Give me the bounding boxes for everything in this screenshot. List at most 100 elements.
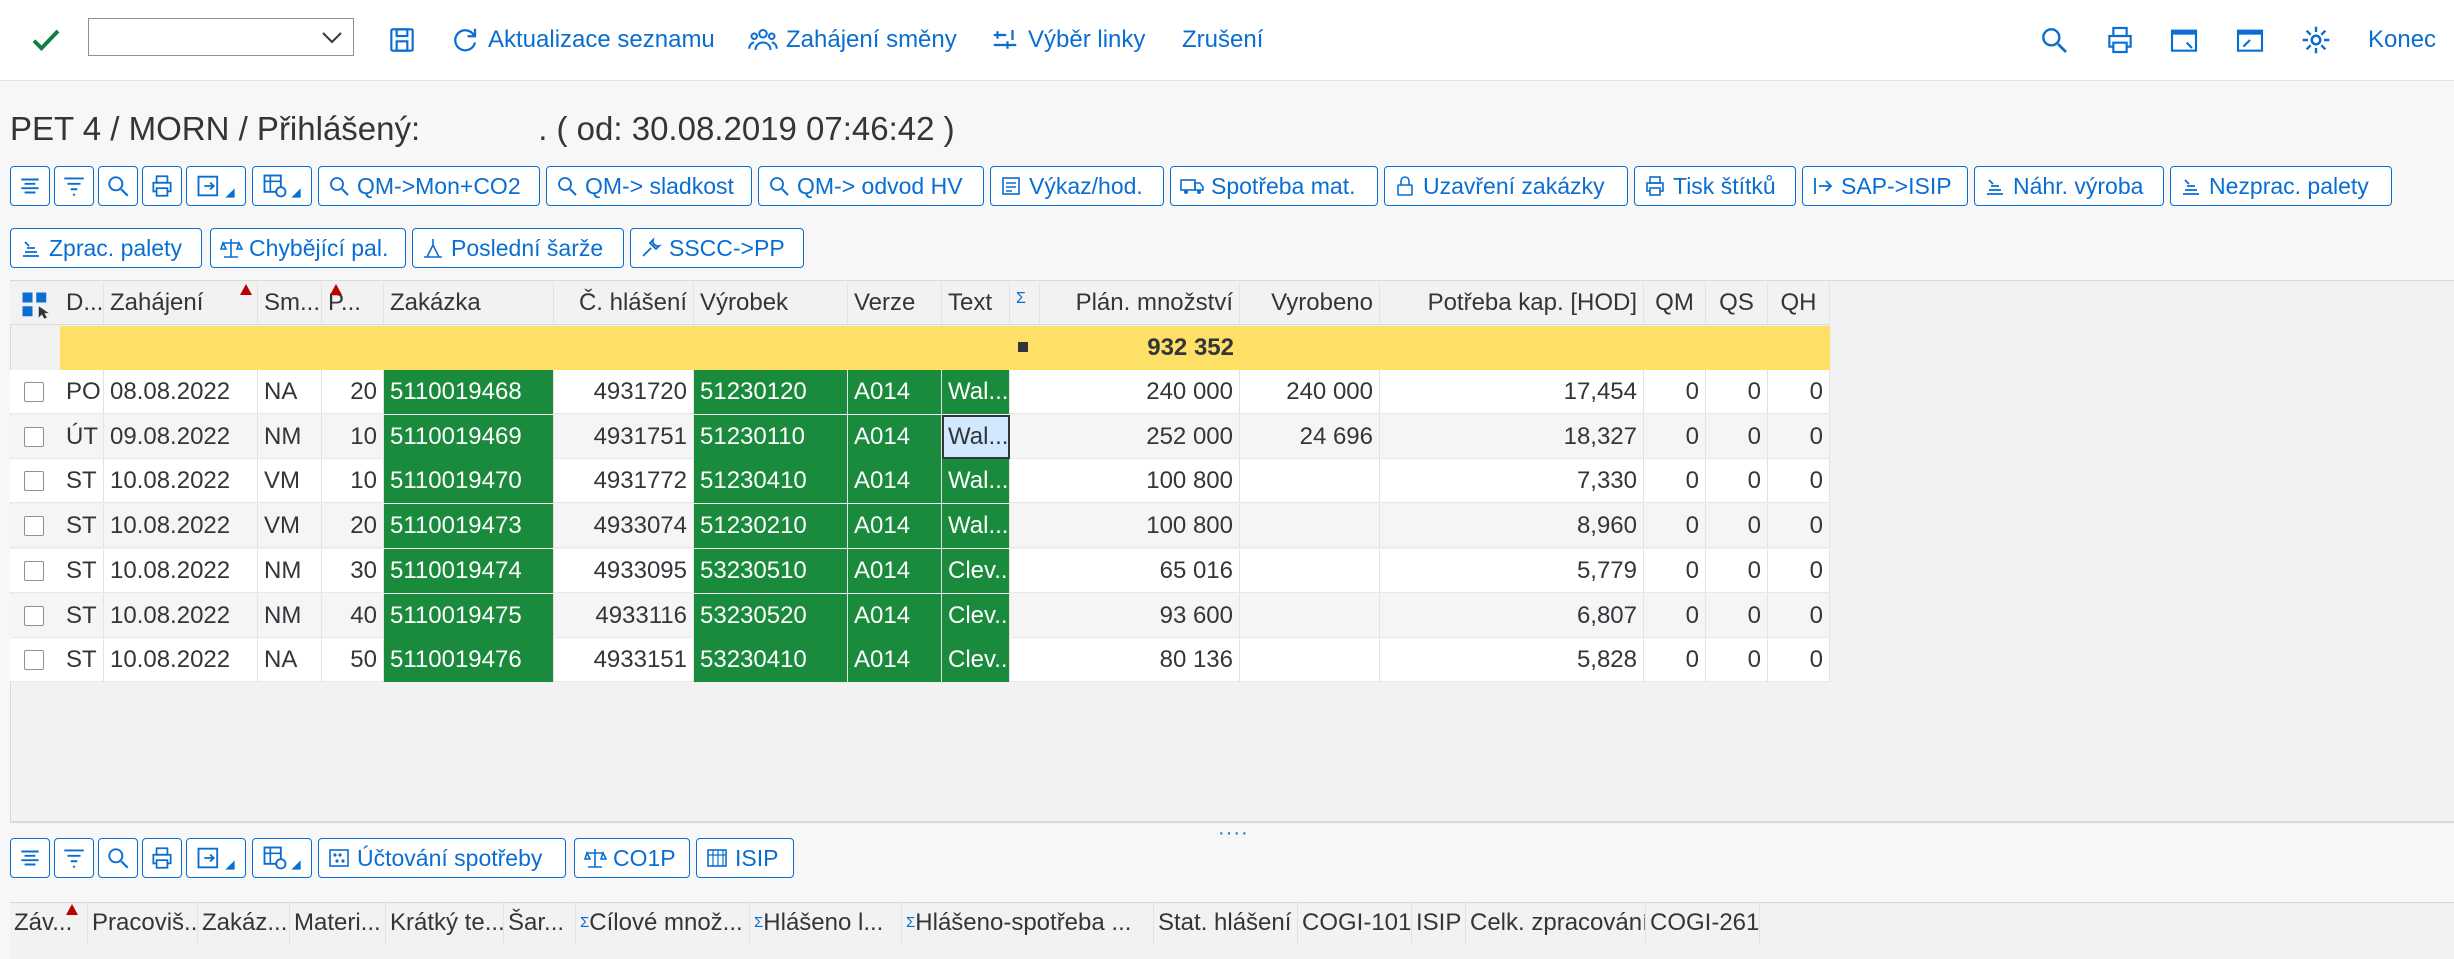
- col-text[interactable]: Text: [942, 282, 1010, 324]
- cell-qs[interactable]: 0: [1706, 370, 1768, 414]
- cell-version[interactable]: A014: [848, 638, 942, 683]
- qm-odvod-hv-button[interactable]: QM-> odvod HV: [758, 166, 984, 206]
- search-icon[interactable]: [2038, 24, 2070, 56]
- bcol-isip[interactable]: ISIP: [1412, 902, 1466, 944]
- cell-report-no[interactable]: 4931720: [554, 370, 694, 414]
- layout-settings-icon[interactable]: [252, 838, 312, 878]
- new-window-icon[interactable]: [2168, 24, 2200, 56]
- bcol-target-qty[interactable]: ΣCílové množ...: [576, 902, 750, 944]
- cell-produced[interactable]: 240 000: [1240, 370, 1380, 414]
- row-select-checkbox[interactable]: [24, 516, 44, 537]
- cell-text[interactable]: Clev...: [942, 548, 1010, 593]
- cell-qs[interactable]: 0: [1706, 414, 1768, 459]
- cell-text[interactable]: Wal...: [942, 459, 1010, 504]
- cell-day[interactable]: ST: [60, 638, 104, 683]
- filter-icon[interactable]: [54, 166, 94, 206]
- cell-capacity[interactable]: 5,828: [1380, 638, 1644, 683]
- processed-pallets-button[interactable]: Zprac. palety: [10, 228, 202, 268]
- cell-qh[interactable]: 0: [1768, 593, 1830, 638]
- print-icon[interactable]: [2104, 24, 2136, 56]
- cell-qh[interactable]: 0: [1768, 548, 1830, 593]
- cell-text[interactable]: Wal...: [942, 504, 1010, 549]
- cell-capacity[interactable]: 6,807: [1380, 593, 1644, 638]
- cell-qs[interactable]: 0: [1706, 459, 1768, 504]
- cell-day[interactable]: PO: [60, 370, 104, 414]
- col-product[interactable]: Výrobek: [694, 282, 848, 324]
- cell-start[interactable]: 10.08.2022: [104, 593, 258, 638]
- last-batch-button[interactable]: Poslední šarže: [412, 228, 624, 268]
- cell-planned-qty[interactable]: 240 000: [1040, 370, 1240, 414]
- bcol-cogi-101[interactable]: COGI-101: [1298, 902, 1412, 944]
- cell-product[interactable]: 53230410: [694, 638, 848, 683]
- col-start[interactable]: Zahájení: [104, 282, 258, 324]
- align-icon[interactable]: [10, 166, 50, 206]
- layout-settings-icon[interactable]: [252, 166, 312, 206]
- cell-p[interactable]: 20: [322, 370, 384, 414]
- row-select-checkbox[interactable]: [24, 650, 44, 671]
- col-qs[interactable]: QS: [1706, 282, 1768, 324]
- row-select-checkbox[interactable]: [24, 426, 44, 447]
- col-produced[interactable]: Vyrobeno: [1240, 282, 1380, 324]
- cell-produced[interactable]: 24 696: [1240, 414, 1380, 459]
- row-select-checkbox[interactable]: [24, 471, 44, 492]
- cell-day[interactable]: ST: [60, 459, 104, 504]
- cell-shift[interactable]: NM: [258, 414, 322, 459]
- cell-planned-qty[interactable]: 65 016: [1040, 548, 1240, 593]
- cell-qh[interactable]: 0: [1768, 414, 1830, 459]
- layout-select-icon[interactable]: [20, 290, 50, 320]
- close-order-button[interactable]: Uzavření zakázky: [1384, 166, 1628, 206]
- cell-planned-qty[interactable]: 100 800: [1040, 504, 1240, 549]
- cell-product[interactable]: 51230120: [694, 370, 848, 414]
- bcol-cogi-261[interactable]: COGI-261: [1646, 902, 1760, 944]
- report-hour-button[interactable]: Výkaz/hod.: [990, 166, 1164, 206]
- cell-qm[interactable]: 0: [1644, 370, 1706, 414]
- save-icon[interactable]: [386, 24, 418, 56]
- bcol-material[interactable]: Materi...: [290, 902, 386, 944]
- row-select-checkbox[interactable]: [24, 382, 44, 402]
- cell-qm[interactable]: 0: [1644, 414, 1706, 459]
- filter-icon[interactable]: [54, 838, 94, 878]
- splitter-grip-icon[interactable]: ····: [1218, 822, 1249, 845]
- cell-day[interactable]: ST: [60, 593, 104, 638]
- check-icon[interactable]: [28, 22, 64, 58]
- cell-qm[interactable]: 0: [1644, 548, 1706, 593]
- bcol-order[interactable]: Zakáz...: [198, 902, 290, 944]
- qm-sweetness-button[interactable]: QM-> sladkost: [546, 166, 752, 206]
- cell-qs[interactable]: 0: [1706, 593, 1768, 638]
- chevron-down-icon[interactable]: [321, 31, 343, 45]
- bcol-report-status[interactable]: Stat. hlášení: [1154, 902, 1298, 944]
- cell-product[interactable]: 53230510: [694, 548, 848, 593]
- cell-qm[interactable]: 0: [1644, 593, 1706, 638]
- cell-order[interactable]: 5110019473: [384, 504, 554, 549]
- col-shift[interactable]: Sm...: [258, 282, 322, 324]
- cell-shift[interactable]: VM: [258, 459, 322, 504]
- cell-qs[interactable]: 0: [1706, 548, 1768, 593]
- cell-product[interactable]: 51230210: [694, 504, 848, 549]
- sap-isip-button[interactable]: SAP->ISIP: [1802, 166, 1968, 206]
- material-consumption-button[interactable]: Spotřeba mat.: [1170, 166, 1378, 206]
- cell-planned-qty[interactable]: 93 600: [1040, 593, 1240, 638]
- cell-product[interactable]: 53230520: [694, 593, 848, 638]
- cell-planned-qty[interactable]: 252 000: [1040, 414, 1240, 459]
- gear-icon[interactable]: [2300, 24, 2332, 56]
- select-line-button[interactable]: Výběr linky: [990, 20, 1145, 60]
- col-qm[interactable]: QM: [1644, 282, 1706, 324]
- cell-product[interactable]: 51230110: [694, 414, 848, 459]
- cell-qm[interactable]: 0: [1644, 459, 1706, 504]
- col-qh[interactable]: QH: [1768, 282, 1830, 324]
- cell-shift[interactable]: NM: [258, 548, 322, 593]
- col-report-no[interactable]: Č. hlášení: [554, 282, 694, 324]
- cell-version[interactable]: A014: [848, 548, 942, 593]
- window-layout-icon[interactable]: [2234, 24, 2266, 56]
- cell-text[interactable]: Wal...: [942, 414, 1010, 459]
- consumption-posting-button[interactable]: Účtování spotřeby: [318, 838, 566, 878]
- cell-day[interactable]: ST: [60, 504, 104, 549]
- cell-produced[interactable]: [1240, 548, 1380, 593]
- cell-produced[interactable]: [1240, 593, 1380, 638]
- cell-qh[interactable]: 0: [1768, 638, 1830, 683]
- cell-version[interactable]: A014: [848, 370, 942, 414]
- cell-report-no[interactable]: 4933151: [554, 638, 694, 683]
- cell-day[interactable]: ST: [60, 548, 104, 593]
- col-planned-qty[interactable]: Plán. množství: [1040, 282, 1240, 324]
- replacement-production-button[interactable]: Náhr. výroba: [1974, 166, 2164, 206]
